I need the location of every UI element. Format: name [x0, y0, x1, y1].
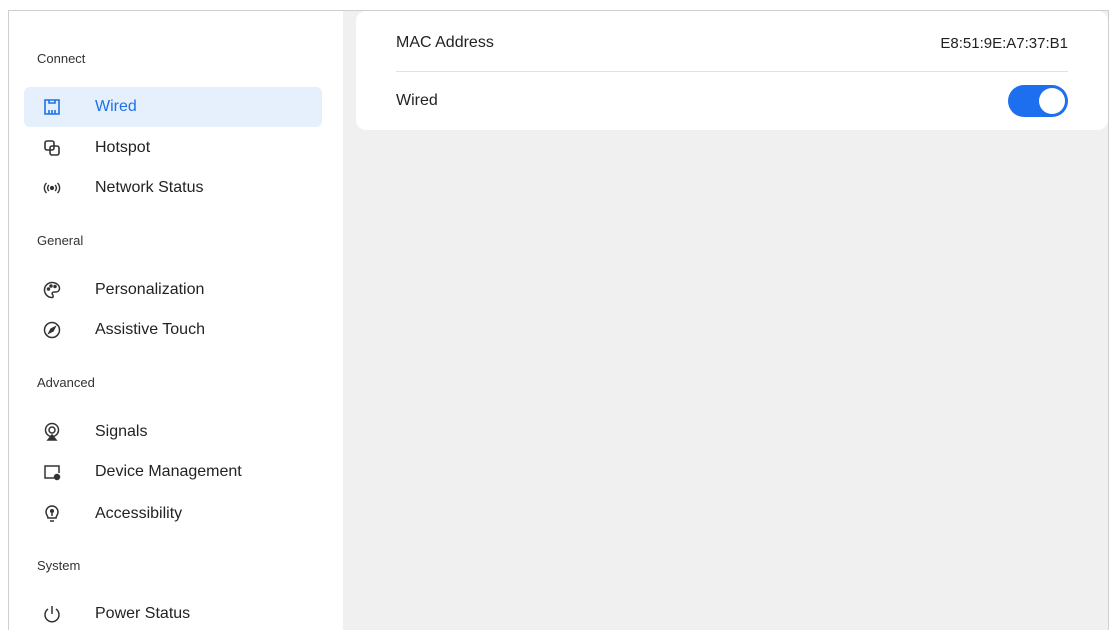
signals-icon: [42, 422, 62, 442]
sidebar-item-label: Power Status: [95, 605, 191, 622]
sidebar-item-label: Assistive Touch: [95, 321, 205, 338]
sidebar-item-label: Accessibility: [95, 505, 183, 522]
sidebar-item-power-status[interactable]: Power Status: [24, 594, 322, 630]
section-title-advanced: Advanced: [37, 375, 95, 390]
sidebar-item-label: Wired: [95, 98, 137, 115]
sidebar-item-personalization[interactable]: Personalization: [24, 270, 322, 310]
sidebar-item-assistive-touch[interactable]: Assistive Touch: [24, 310, 322, 350]
palette-icon: [42, 280, 62, 300]
section-title-general: General: [37, 233, 84, 248]
compass-icon: [42, 320, 62, 340]
accessibility-icon: [42, 504, 62, 524]
sidebar-item-device-management[interactable]: Device Management: [24, 452, 322, 492]
sidebar-item-signals[interactable]: Signals: [24, 412, 322, 452]
sidebar-item-hotspot[interactable]: Hotspot: [24, 128, 322, 168]
ethernet-icon: [42, 97, 62, 117]
sidebar-item-label: Network Status: [95, 179, 204, 196]
mac-address-row: MAC Address E8:51:9E:A7:37:B1: [396, 15, 1068, 72]
settings-window: Connect Wired Hotspot Network Status Gen…: [8, 10, 1109, 630]
network-status-icon: [42, 178, 62, 198]
wired-toggle-row: Wired: [396, 73, 1068, 129]
sidebar: Connect Wired Hotspot Network Status Gen…: [9, 11, 343, 630]
section-title-connect: Connect: [37, 51, 86, 66]
main-content: MAC Address E8:51:9E:A7:37:B1 Wired: [343, 11, 1108, 630]
toggle-knob: [1039, 88, 1065, 114]
sidebar-item-accessibility[interactable]: Accessibility: [24, 494, 322, 534]
wired-toggle[interactable]: [1008, 85, 1068, 117]
sidebar-item-network-status[interactable]: Network Status: [24, 168, 322, 208]
sidebar-item-label: Personalization: [95, 281, 205, 298]
mac-address-value: E8:51:9E:A7:37:B1: [940, 34, 1068, 52]
mac-address-label: MAC Address: [396, 34, 494, 51]
sidebar-item-label: Hotspot: [95, 139, 151, 156]
section-title-system: System: [37, 558, 81, 573]
sidebar-item-label: Signals: [95, 423, 148, 440]
device-management-icon: [42, 462, 62, 482]
power-icon: [42, 604, 62, 624]
sidebar-item-label: Device Management: [95, 463, 242, 480]
sidebar-item-wired[interactable]: Wired: [24, 87, 322, 127]
wired-label: Wired: [396, 92, 438, 109]
hotspot-icon: [42, 138, 62, 158]
wired-settings-card: MAC Address E8:51:9E:A7:37:B1 Wired: [356, 11, 1108, 130]
